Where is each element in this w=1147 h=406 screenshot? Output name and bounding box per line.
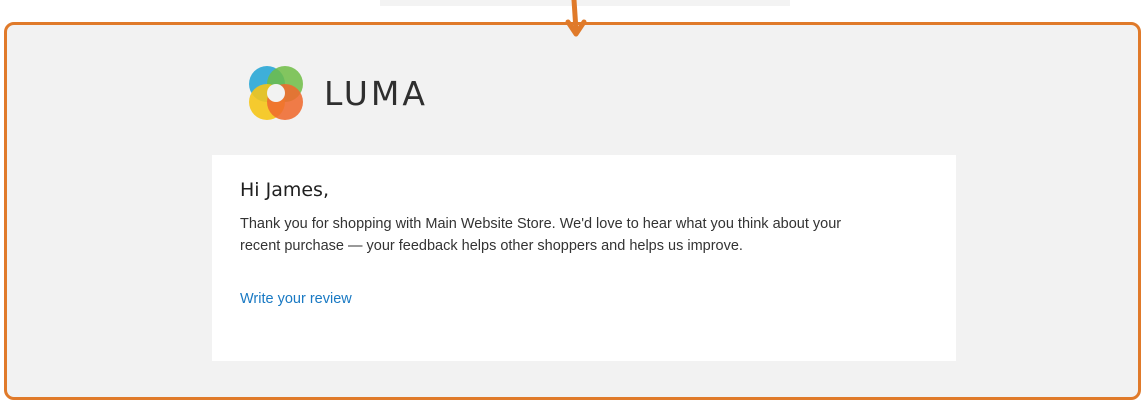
greeting: Hi James, <box>240 179 329 201</box>
body-line-2: recent purchase — your feedback helps ot… <box>240 238 743 254</box>
body-text: Thank you for shopping with Main Website… <box>240 213 920 257</box>
arrow-down-icon <box>565 0 587 37</box>
email-card: Hi James, Thank you for shopping with Ma… <box>212 155 956 361</box>
write-review-link[interactable]: Write your review <box>240 291 352 307</box>
body-line-1: Thank you for shopping with Main Website… <box>240 216 842 232</box>
brand-name: LUMA <box>324 73 428 113</box>
email-preview-frame: LUMA Hi James, Thank you for shopping wi… <box>4 22 1141 400</box>
luma-logo: LUMA <box>244 61 428 125</box>
luma-logo-icon <box>249 66 303 120</box>
